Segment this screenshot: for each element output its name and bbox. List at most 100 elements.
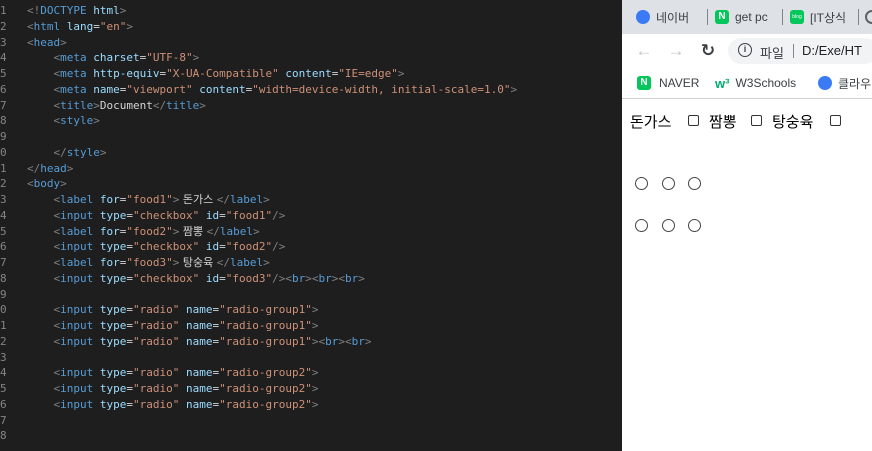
- code-token-attr: id: [205, 271, 220, 285]
- line-number: 6: [0, 240, 7, 254]
- code-token-punct: >: [358, 271, 365, 285]
- line-number: 8: [0, 429, 7, 443]
- code-token-punct: </: [206, 224, 220, 238]
- line-number: 0: [0, 303, 7, 317]
- code-token-punct: >: [199, 98, 206, 112]
- code-text: <input type="radio" name="radio-group1">…: [27, 334, 372, 350]
- bookmark-naver[interactable]: N NAVER: [637, 74, 699, 92]
- line-number: 6: [0, 82, 7, 96]
- browser-toolbar: ← → ↻ i 파일 D:/Exe/HT: [622, 34, 872, 68]
- line-number: 3: [0, 193, 7, 206]
- code-token-tag: input: [60, 319, 94, 332]
- radio-group1-option[interactable]: [662, 177, 675, 190]
- code-token-text: Document: [99, 98, 153, 112]
- code-token-tag: br: [318, 271, 332, 285]
- reload-icon[interactable]: ↻: [698, 41, 718, 61]
- code-token-text: =: [126, 303, 133, 317]
- code-token-tag: title: [166, 98, 200, 112]
- code-token-punct: >: [510, 82, 518, 96]
- tab-partial-icon[interactable]: [865, 10, 872, 24]
- code-token-tag: input: [60, 240, 94, 254]
- line-number: 7: [0, 413, 7, 427]
- radio-group1-option[interactable]: [635, 177, 648, 190]
- address-bar[interactable]: i 파일 D:/Exe/HT: [728, 38, 872, 64]
- label-food3[interactable]: 탕숭육: [772, 111, 813, 132]
- radio-group2-option[interactable]: [662, 219, 675, 232]
- line-number: 3: [0, 35, 7, 49]
- forward-arrow-icon[interactable]: →: [666, 41, 686, 61]
- code-token-tag: input: [60, 366, 94, 380]
- back-arrow-icon[interactable]: ←: [634, 41, 654, 61]
- info-icon[interactable]: i: [738, 43, 752, 57]
- code-editor[interactable]: 1 <!DOCTYPE html> 2 <html lang="en"> 3 <head>…: [0, 0, 622, 451]
- url-text: D:/Exe/HT: [802, 43, 862, 58]
- radio-group1-option[interactable]: [688, 177, 701, 190]
- code-token-str: "radio-group2": [219, 382, 312, 395]
- code-token-str: "viewport": [126, 82, 193, 96]
- code-token-str: "radio": [133, 397, 180, 411]
- code-token-attr: name: [185, 334, 213, 348]
- code-token-str: "radio-group1": [219, 319, 312, 332]
- line-number: 1: [0, 161, 7, 175]
- code-text: <label for="food1"> 돈가스 </label>: [27, 192, 270, 208]
- code-token-tag: input: [60, 334, 94, 348]
- checkbox-food3[interactable]: [830, 115, 841, 126]
- code-text: <input type="radio" name="radio-group2">: [27, 365, 319, 381]
- code-text: <input type="checkbox" id="food3"/><br><…: [27, 271, 365, 287]
- code-token-attr: content: [199, 82, 246, 96]
- code-token-punct: >: [126, 19, 133, 33]
- line-number: 7: [0, 98, 7, 112]
- code-token-attr: for: [99, 224, 120, 238]
- code-token-punct: ><: [331, 271, 345, 285]
- code-text: <meta charset="UTF-8">: [27, 50, 200, 66]
- code-token-kor: 돈가스: [179, 193, 217, 206]
- code-token-punct: </: [216, 193, 230, 206]
- code-token-attr: name: [185, 366, 213, 380]
- code-token-punct: </: [152, 98, 167, 112]
- code-token-tag: html: [33, 19, 61, 33]
- code-token-str: "checkbox": [133, 271, 200, 285]
- tab-label: get pc: [735, 10, 768, 24]
- code-token-tag: label: [219, 224, 253, 238]
- code-token-punct: >: [311, 397, 319, 411]
- tab-it-blog[interactable]: blog [IT상식: [790, 6, 856, 28]
- tab-bar: 네이버 N get pc blog [IT상식: [622, 0, 872, 34]
- bookmark-w3schools[interactable]: w³ W3Schools: [715, 74, 796, 92]
- code-text: <style>: [27, 113, 100, 129]
- radio-group2-option[interactable]: [688, 219, 701, 232]
- tab-naver[interactable]: 네이버: [636, 6, 718, 28]
- checkbox-food1[interactable]: [688, 115, 699, 126]
- label-food2[interactable]: 짬뽕: [709, 111, 737, 132]
- code-text: <input type="checkbox" id="food1"/>: [27, 208, 286, 224]
- line-number: 0: [0, 145, 7, 159]
- code-token-attr: lang: [66, 19, 94, 33]
- code-text: </head>: [27, 161, 73, 177]
- code-token-tag: meta: [60, 67, 87, 80]
- code-token-punct: >: [263, 256, 270, 269]
- code-token-str: "X-UA-Compatible": [166, 67, 279, 80]
- code-token-punct: ><: [305, 271, 319, 285]
- line-number: 2: [0, 177, 7, 191]
- bookmark-cloud[interactable]: 클라우: [818, 74, 871, 92]
- code-token-str: "food1": [126, 193, 173, 206]
- checkbox-food2[interactable]: [751, 115, 762, 126]
- radio-group2-option[interactable]: [635, 219, 648, 232]
- code-token-punct: />: [272, 208, 286, 222]
- code-token-tag: body: [33, 177, 61, 191]
- code-token-tag: input: [60, 208, 94, 222]
- code-token-text: =: [126, 397, 133, 411]
- label-food1[interactable]: 돈가스: [630, 111, 671, 132]
- tab-get-pc[interactable]: N get pc: [715, 6, 789, 28]
